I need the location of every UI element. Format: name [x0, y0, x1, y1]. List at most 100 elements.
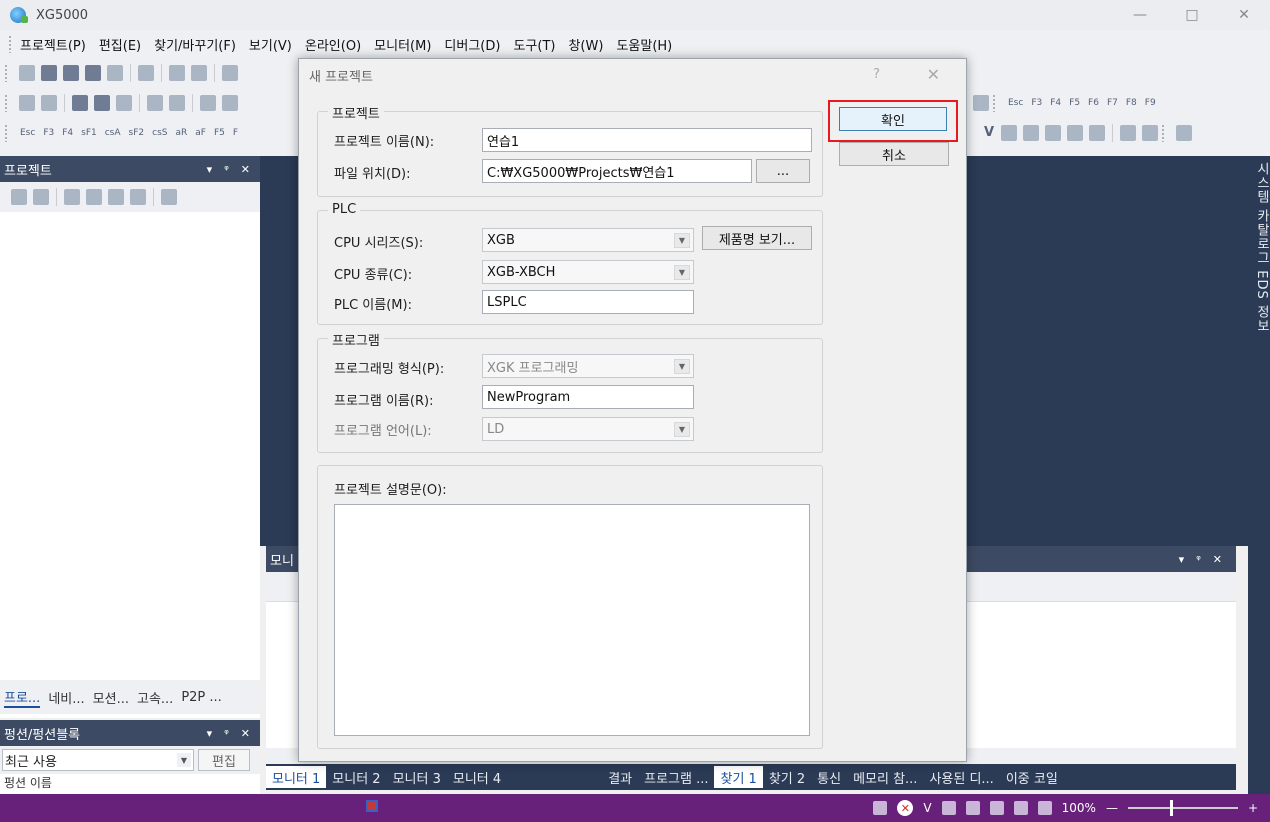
tab-monitor-1[interactable]: 모니터 1: [266, 766, 327, 788]
compile-icon[interactable]: [169, 65, 185, 81]
panel-pin-icon[interactable]: ᵠ: [224, 163, 229, 176]
stop-icon[interactable]: [94, 95, 110, 111]
tab-memory-reference[interactable]: 메모리 참...: [847, 766, 923, 788]
panel-pin-icon[interactable]: ᵠ: [224, 727, 229, 740]
variable-icon[interactable]: [1023, 125, 1040, 141]
check-icon[interactable]: [1037, 801, 1052, 815]
fkey-css[interactable]: csS: [152, 128, 167, 138]
add-item-icon[interactable]: [11, 189, 27, 205]
panel-dropdown-icon[interactable]: ▾: [207, 727, 213, 740]
tab-monitor-2[interactable]: 모니터 2: [326, 766, 386, 788]
check-icon[interactable]: [86, 189, 102, 205]
programming-format-select[interactable]: XGK 프로그래밍 ▼: [482, 354, 694, 378]
dialog-close-icon[interactable]: ✕: [927, 65, 940, 84]
fkey-f-partial[interactable]: F: [233, 128, 238, 138]
check-icon[interactable]: [1089, 125, 1106, 141]
compile-all-icon[interactable]: [191, 65, 207, 81]
tab-communication[interactable]: 통신: [811, 766, 847, 788]
error-icon[interactable]: ✕: [897, 800, 914, 816]
monitor-icon[interactable]: [200, 95, 216, 111]
toolbar-grip[interactable]: [4, 64, 8, 82]
program-language-select[interactable]: LD ▼: [482, 417, 694, 441]
menu-find-replace[interactable]: 찾기/바꾸기(F): [154, 35, 236, 54]
run-icon[interactable]: [72, 95, 88, 111]
program-name-input[interactable]: NewProgram: [482, 385, 694, 409]
function-category-select[interactable]: 최근 사용 ▼: [2, 749, 194, 771]
cancel-button[interactable]: 취소: [839, 142, 949, 166]
tab-find-2[interactable]: 찾기 2: [763, 766, 811, 788]
file-location-input[interactable]: C:₩XG5000₩Projects₩연습1: [482, 159, 752, 183]
tab-monitor-4[interactable]: 모니터 4: [447, 766, 507, 788]
diagnostics-icon[interactable]: [222, 95, 238, 111]
screen-icon[interactable]: [222, 65, 238, 81]
tab-monitor-3[interactable]: 모니터 3: [387, 766, 447, 788]
cpu-series-select[interactable]: XGB ▼: [482, 228, 694, 252]
menu-monitor[interactable]: 모니터(M): [374, 35, 431, 54]
wrench-icon[interactable]: [64, 189, 80, 205]
zoom-slider-knob[interactable]: [1169, 800, 1173, 816]
zoom-slider[interactable]: [1127, 800, 1238, 816]
zoom-out-button[interactable]: —: [1106, 801, 1118, 815]
menu-edit[interactable]: 편집(E): [99, 35, 141, 54]
tab-navigator[interactable]: 네비...: [48, 688, 84, 707]
open-from-plc-icon[interactable]: [63, 65, 79, 81]
menu-grip[interactable]: [8, 35, 12, 53]
chevron-down-icon[interactable]: ▼: [674, 265, 690, 280]
value-icon[interactable]: [1013, 801, 1028, 815]
panel-dropdown-icon[interactable]: ▾: [1179, 553, 1185, 566]
cpu-type-select[interactable]: XGB-XBCH ▼: [482, 260, 694, 284]
chevron-down-icon[interactable]: ▼: [674, 233, 690, 248]
list-icon[interactable]: [1176, 125, 1193, 141]
tab-used-devices[interactable]: 사용된 디...: [923, 766, 999, 788]
device-icon[interactable]: [941, 801, 956, 815]
fkey-right-f4[interactable]: F4: [1050, 98, 1061, 108]
layout-icon[interactable]: [973, 95, 989, 111]
open-project-icon[interactable]: [41, 65, 57, 81]
fkey-f3[interactable]: F3: [43, 128, 54, 138]
wrench-icon[interactable]: [138, 65, 154, 81]
tab-find-1[interactable]: 찾기 1: [714, 766, 763, 788]
project-name-input[interactable]: 연습1: [482, 128, 812, 152]
fkey-sf2[interactable]: sF2: [129, 128, 145, 138]
fkey-af[interactable]: aF: [195, 128, 206, 138]
print-icon[interactable]: [107, 65, 123, 81]
fkey-right-f3[interactable]: F3: [1031, 98, 1042, 108]
chevron-down-icon[interactable]: ▼: [674, 422, 690, 437]
panel-close-icon[interactable]: ✕: [241, 163, 250, 176]
menu-help[interactable]: 도움말(H): [616, 35, 672, 54]
online-settings-icon[interactable]: [41, 95, 57, 111]
toolbar-grip[interactable]: [1161, 124, 1166, 142]
fkey-right-f8[interactable]: F8: [1126, 98, 1137, 108]
fkey-sf1[interactable]: sF1: [81, 128, 97, 138]
panel-close-icon[interactable]: ✕: [1213, 553, 1222, 566]
zoom-in-icon[interactable]: [1120, 125, 1137, 141]
menu-debug[interactable]: 디버그(D): [444, 35, 500, 54]
refresh-icon[interactable]: [161, 189, 177, 205]
fkey-esc[interactable]: Esc: [20, 128, 35, 138]
toolbar-grip[interactable]: [4, 94, 8, 112]
fkey-f5[interactable]: F5: [214, 128, 225, 138]
fkey-f4[interactable]: F4: [62, 128, 73, 138]
menu-view[interactable]: 보기(V): [249, 35, 292, 54]
tab-motion[interactable]: 모션...: [93, 688, 129, 707]
tab-p2p[interactable]: P2P ...: [181, 690, 221, 705]
fkey-right-f9[interactable]: F9: [1145, 98, 1156, 108]
comment-icon[interactable]: [1045, 125, 1062, 141]
close-window-button[interactable]: ✕: [1218, 0, 1270, 30]
device-icon[interactable]: [1001, 125, 1018, 141]
value-icon[interactable]: [1067, 125, 1084, 141]
toolbar-grip[interactable]: [992, 94, 996, 112]
project-description-textarea[interactable]: [334, 504, 810, 736]
tab-double-coil[interactable]: 이중 코일: [1000, 766, 1064, 788]
variable-icon[interactable]: [965, 801, 980, 815]
v-button[interactable]: V: [984, 126, 994, 139]
minimize-button[interactable]: —: [1114, 0, 1166, 30]
fkey-ar[interactable]: aR: [175, 128, 187, 138]
save-icon[interactable]: [85, 65, 101, 81]
play-outline-icon[interactable]: [116, 95, 132, 111]
tab-result[interactable]: 결과: [602, 766, 638, 788]
ok-button[interactable]: 확인: [839, 107, 947, 131]
tab-program[interactable]: 프로그램 ...: [638, 766, 714, 788]
fkey-right-esc[interactable]: Esc: [1008, 98, 1023, 108]
browse-button[interactable]: ...: [756, 159, 810, 183]
